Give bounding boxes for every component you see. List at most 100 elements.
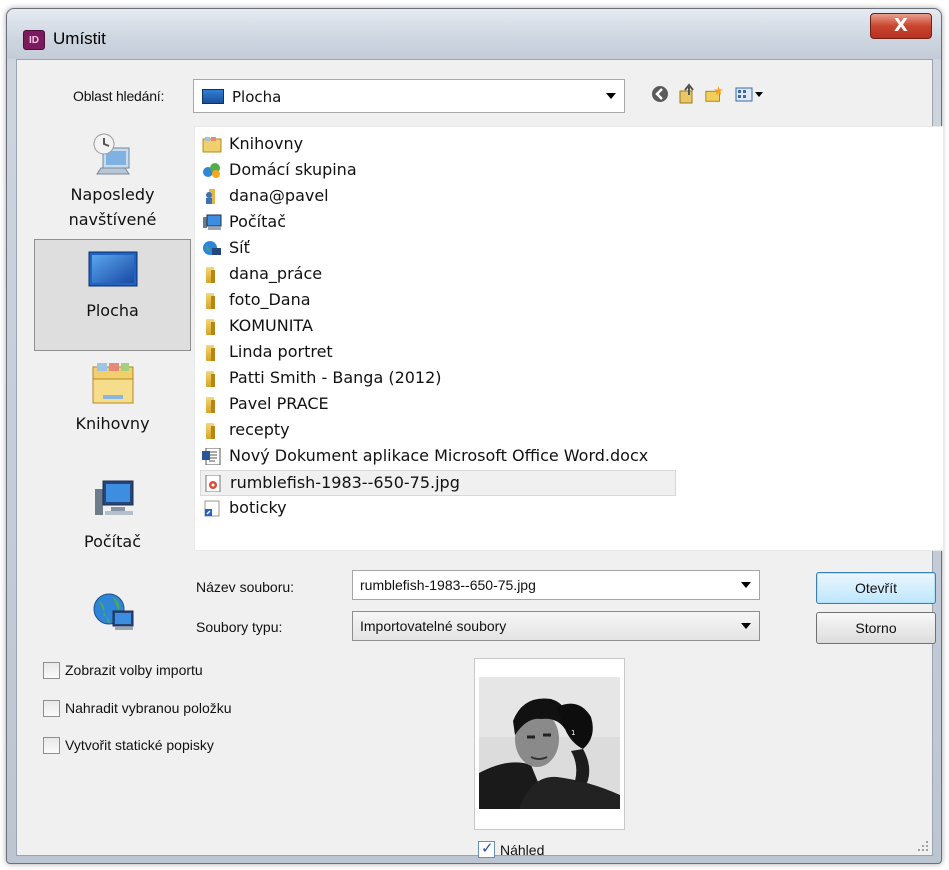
folder-icon: [202, 396, 222, 413]
file-name: KOMUNITA: [229, 316, 313, 335]
place-label-desktop: Plocha: [86, 301, 139, 320]
place-recent[interactable]: Naposledy navštívené: [34, 126, 191, 240]
libraries-icon: [92, 363, 133, 404]
file-name: Nový Dokument aplikace Microsoft Office …: [229, 446, 649, 465]
network-icon: [203, 241, 221, 255]
portrait-photo-image: 1: [479, 677, 620, 809]
folder-icon: [202, 266, 222, 283]
checkbox[interactable]: [43, 662, 60, 679]
computer-icon: [94, 480, 133, 515]
word-document-icon: [202, 448, 221, 465]
folder-icon: [202, 370, 222, 387]
file-name: dana@pavel: [229, 186, 329, 205]
libraries-icon: [202, 137, 222, 153]
dialog-title: Umístit: [53, 29, 106, 48]
file-name: rumblefish-1983--650-75.jpg: [230, 473, 460, 492]
chevron-down-icon: [606, 93, 616, 99]
file-name: Patti Smith - Banga (2012): [229, 368, 442, 387]
file-item[interactable]: Patti Smith - Banga (2012): [200, 366, 442, 392]
file-list[interactable]: Knihovny Domácí skupina dana@pavel Počít…: [194, 126, 944, 551]
file-item[interactable]: foto_Dana: [200, 288, 311, 314]
file-name: Síť: [229, 238, 250, 257]
svg-text:1: 1: [571, 729, 575, 737]
title-bar[interactable]: ID Umístit X: [7, 9, 941, 59]
preview-frame: 1: [474, 658, 625, 830]
file-item[interactable]: Knihovny: [200, 132, 303, 158]
file-item[interactable]: Počítač: [200, 210, 286, 236]
file-name: Pavel PRACE: [229, 394, 329, 413]
place-computer[interactable]: Počítač: [34, 465, 191, 579]
check-icon: ✓: [481, 839, 494, 857]
recent-places-icon: [93, 133, 130, 175]
user-folder-icon: [206, 189, 215, 204]
homegroup-icon: [203, 163, 220, 178]
desktop-icon: [202, 89, 224, 104]
jpg-file-icon: [205, 475, 221, 492]
file-item[interactable]: recepty: [200, 418, 290, 444]
place-dialog: ID Umístit X Oblast hledání: Plocha Napo…: [6, 8, 944, 864]
folder-icon: [202, 292, 222, 309]
file-name: Knihovny: [229, 134, 304, 153]
file-name: Počítač: [229, 212, 286, 231]
network-icon: [93, 593, 133, 630]
look-in-value: Plocha: [232, 88, 282, 106]
option-label: Nahradit vybranou položku: [65, 700, 232, 716]
look-in-label: Oblast hledání:: [73, 88, 165, 104]
folder-icon: [202, 422, 222, 439]
shortcut-icon: [204, 500, 220, 517]
place-network[interactable]: [34, 579, 191, 656]
file-item[interactable]: Síť: [200, 236, 250, 262]
file-name: boticky: [229, 498, 287, 517]
view-menu-icon[interactable]: [734, 83, 764, 105]
look-in-dropdown[interactable]: Plocha: [193, 79, 625, 113]
file-item[interactable]: Domácí skupina: [200, 158, 357, 184]
open-button[interactable]: Otevřít: [816, 572, 936, 604]
close-button[interactable]: X: [870, 13, 932, 39]
resize-grip-icon[interactable]: [917, 840, 929, 852]
place-label-computer: Počítač: [84, 532, 141, 551]
indesign-app-icon: ID: [23, 30, 45, 50]
checkbox[interactable]: [43, 700, 60, 717]
option-label: Zobrazit volby importu: [65, 662, 203, 678]
option-label: Vytvořit statické popisky: [65, 737, 214, 753]
file-name: recepty: [229, 420, 290, 439]
filename-value: rumblefish-1983--650-75.jpg: [360, 577, 536, 593]
filetype-select[interactable]: Importovatelné soubory: [352, 611, 760, 641]
computer-icon: [203, 214, 222, 230]
new-folder-icon[interactable]: [704, 83, 724, 105]
chevron-down-icon[interactable]: [741, 582, 751, 588]
cancel-button[interactable]: Storno: [816, 612, 936, 644]
file-item[interactable]: dana@pavel: [200, 184, 329, 210]
file-item[interactable]: KOMUNITA: [200, 314, 313, 340]
file-item[interactable]: boticky: [200, 496, 287, 522]
folder-icon: [202, 318, 222, 335]
place-label-recent: Naposledy navštívené: [68, 185, 157, 229]
place-label-libraries: Knihovny: [75, 414, 150, 433]
file-name: foto_Dana: [229, 290, 311, 309]
filename-label: Název souboru:: [196, 579, 295, 595]
checkbox[interactable]: [43, 737, 60, 754]
filetype-label: Soubory typu:: [196, 619, 283, 635]
chevron-down-icon: [741, 623, 751, 629]
place-desktop[interactable]: Plocha: [34, 239, 191, 351]
folder-icon: [202, 344, 222, 361]
file-name: Linda portret: [229, 342, 333, 361]
file-item[interactable]: Pavel PRACE: [200, 392, 329, 418]
desktop-icon: [88, 251, 137, 287]
preview-image: 1: [479, 677, 620, 809]
file-item[interactable]: Linda portret: [200, 340, 333, 366]
up-folder-icon[interactable]: [677, 83, 697, 105]
preview-checkbox[interactable]: ✓: [478, 839, 495, 858]
places-bar: Naposledy navštívené Plocha Knihovny Poč…: [34, 126, 194, 656]
preview-label: Náhled: [500, 842, 545, 858]
file-name: dana_práce: [229, 264, 323, 283]
file-item[interactable]: dana_práce: [200, 262, 322, 288]
place-libraries[interactable]: Knihovny: [34, 351, 191, 465]
file-item[interactable]: Nový Dokument aplikace Microsoft Office …: [200, 444, 648, 470]
dialog-body: Oblast hledání: Plocha Naposledy navštíve…: [16, 59, 944, 858]
file-item-selected[interactable]: rumblefish-1983--650-75.jpg: [200, 470, 676, 496]
filename-input[interactable]: rumblefish-1983--650-75.jpg: [352, 570, 760, 600]
filetype-value: Importovatelné soubory: [360, 618, 507, 634]
file-name: Domácí skupina: [229, 160, 357, 179]
back-icon[interactable]: [650, 83, 670, 105]
